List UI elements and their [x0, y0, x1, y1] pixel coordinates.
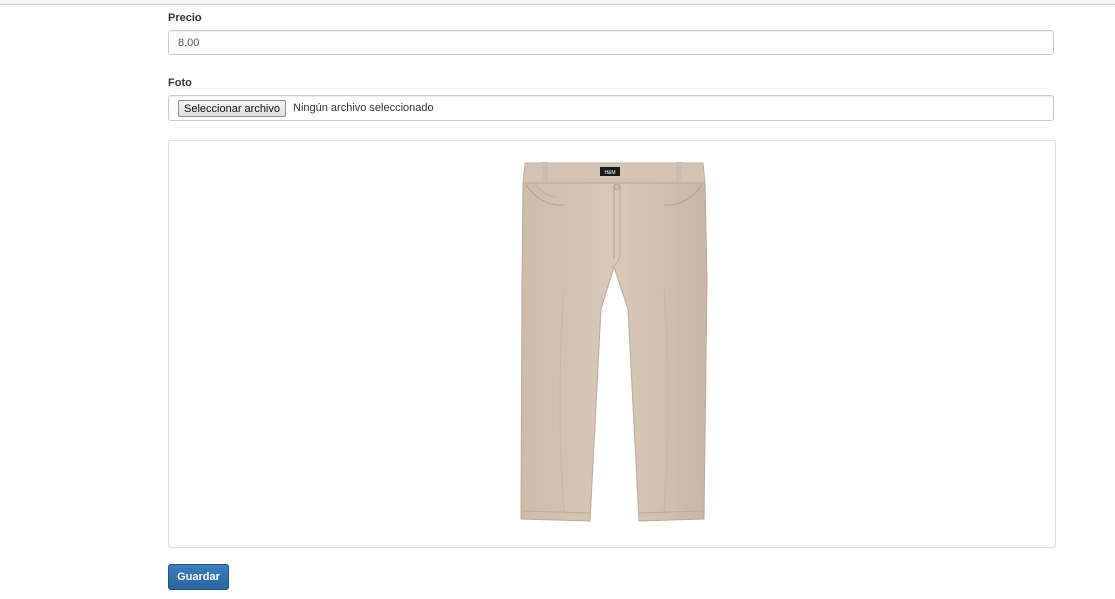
browser-top-edge [0, 0, 1115, 5]
file-status-text: Ningún archivo seleccionado [293, 102, 434, 114]
photo-file-input[interactable]: Seleccionar archivo Ningún archivo selec… [168, 95, 1054, 121]
choose-file-button[interactable]: Seleccionar archivo [178, 100, 286, 117]
product-image-pants: H&M [520, 162, 708, 522]
photo-label: Foto [168, 77, 192, 89]
image-preview-panel: H&M [168, 140, 1056, 548]
save-button[interactable]: Guardar [168, 564, 229, 590]
price-label: Precio [168, 12, 202, 24]
brand-logo-text: H&M [604, 170, 615, 176]
price-input[interactable]: 8.00 [168, 30, 1054, 55]
